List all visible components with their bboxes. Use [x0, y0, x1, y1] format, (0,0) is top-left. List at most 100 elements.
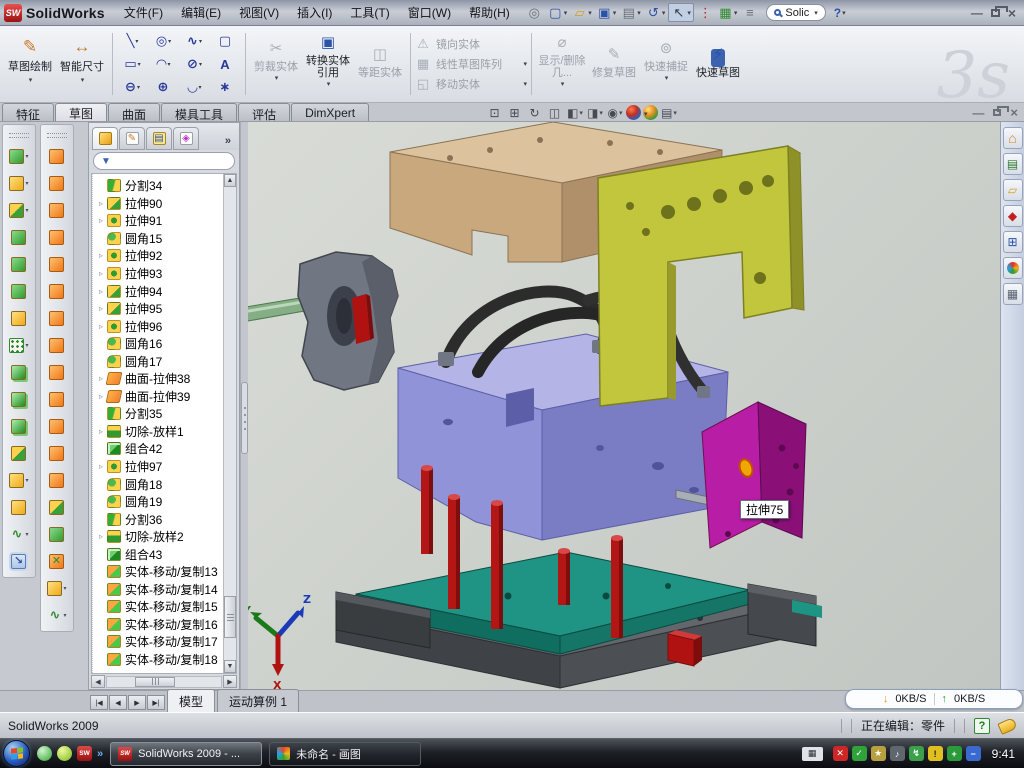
expand-arrow-icon[interactable]: ▹: [96, 374, 106, 383]
dropdown-arrow-icon[interactable]: ▾: [637, 9, 641, 17]
propertymanager-tab[interactable]: ✎: [119, 127, 145, 150]
tree-item[interactable]: 组合42: [96, 440, 223, 458]
convert-entities-button[interactable]: ▣ 转换实体引用 ▾: [302, 29, 354, 99]
dropdown-arrow-icon[interactable]: ▾: [588, 9, 592, 17]
quick-im-icon[interactable]: [57, 746, 72, 761]
expand-arrow-icon[interactable]: ▹: [96, 269, 106, 278]
tree-item[interactable]: 实体-移动/复制13: [96, 563, 223, 581]
menu-item[interactable]: 文件(F): [115, 0, 172, 25]
addins-icon[interactable]: ≡: [740, 4, 760, 21]
intersect-bodies-icon[interactable]: [11, 389, 27, 410]
scroll-left-icon[interactable]: ◀: [91, 675, 105, 688]
design-library-icon[interactable]: ▤: [1003, 153, 1023, 175]
zoom-area-icon[interactable]: ⊞: [506, 104, 524, 121]
dimxpertmanager-tab[interactable]: ◈: [173, 127, 199, 150]
tree-item[interactable]: 实体-移动/复制18: [96, 651, 223, 669]
dropdown-arrow-icon[interactable]: ▾: [564, 9, 568, 17]
tag-icon[interactable]: [997, 717, 1017, 735]
ellipse-icon[interactable]: ⊘▾: [179, 53, 210, 76]
part-magenta-insert[interactable]: [702, 402, 806, 548]
sketch-button[interactable]: ✎ 草图绘制 ▾: [4, 29, 56, 99]
repair-sketch-button[interactable]: ✎ 修复草图: [588, 29, 640, 99]
tree-item[interactable]: ▹ 拉伸95: [96, 300, 223, 318]
security-shield-icon[interactable]: ✓: [852, 746, 867, 761]
tab-evaluate[interactable]: 评估: [238, 103, 290, 121]
section-view-icon[interactable]: ◫: [546, 104, 564, 121]
reference-geometry-icon[interactable]: ▾: [9, 470, 28, 491]
tab-mold-tools[interactable]: 模具工具: [161, 103, 237, 121]
smart-dimension-button[interactable]: ↔ 智能尺寸 ▾: [56, 29, 108, 99]
doc-close-button[interactable]: ×: [1010, 105, 1018, 120]
restore-button[interactable]: [991, 9, 1000, 17]
knit-surface-icon[interactable]: [49, 470, 65, 491]
tree-item[interactable]: 实体-移动/复制15: [96, 598, 223, 616]
offset-surface-icon[interactable]: [49, 335, 65, 356]
tree-item[interactable]: ▹ 拉伸91: [96, 212, 223, 230]
taskbar-window-paint[interactable]: 未命名 - 画图: [269, 742, 421, 766]
planar-surface-icon[interactable]: [49, 308, 65, 329]
open-file-icon[interactable]: ▱▾: [570, 4, 594, 21]
tree-item[interactable]: 分割36: [96, 510, 223, 528]
doc-restore-button[interactable]: [993, 109, 1001, 116]
tree-item[interactable]: 组合43: [96, 545, 223, 563]
curve-icon[interactable]: ∿ ▾: [9, 524, 28, 545]
hole-wizard-icon[interactable]: [11, 308, 27, 329]
tree-item[interactable]: ▹ 曲面-拉伸38: [96, 370, 223, 388]
select-arrow-icon[interactable]: ↖▾: [668, 3, 694, 22]
tree-filter-input[interactable]: ▼: [93, 152, 235, 170]
curve-tools-icon[interactable]: ∿ ▾: [47, 605, 66, 626]
edit-appearance-icon[interactable]: [626, 105, 641, 120]
dropdown-arrow-icon[interactable]: ▾: [734, 9, 738, 17]
scroll-down-icon[interactable]: ▼: [224, 660, 236, 673]
tree-item[interactable]: ▹ 拉伸92: [96, 247, 223, 265]
doc-minimize-button[interactable]: —: [972, 106, 984, 120]
tree-horizontal-scrollbar[interactable]: ◀ ▶: [89, 674, 239, 689]
print-icon[interactable]: ▤▾: [619, 4, 643, 21]
display-style-icon[interactable]: ◨▾: [586, 104, 604, 121]
tab-surfaces[interactable]: 曲面: [108, 103, 160, 121]
tree-item[interactable]: 圆角15: [96, 230, 223, 248]
quick-tips-icon[interactable]: ?: [974, 718, 990, 734]
tree-item[interactable]: 实体-移动/复制14: [96, 581, 223, 599]
quick-solidworks-icon[interactable]: SW: [77, 746, 92, 761]
dropdown-arrow-icon[interactable]: ▾: [687, 9, 691, 17]
close-button[interactable]: ×: [1008, 5, 1016, 21]
menu-item[interactable]: 帮助(H): [460, 0, 519, 25]
keyboard-layout-icon[interactable]: ▦: [802, 747, 823, 761]
display-delete-relations-button[interactable]: ⌀ 显示/删除几... ▾: [536, 29, 588, 99]
tab-features[interactable]: 特征: [2, 103, 54, 121]
rectangle-icon[interactable]: ▭▾: [117, 53, 148, 76]
tree-item[interactable]: 实体-移动/复制16: [96, 616, 223, 634]
quick-snaps-button[interactable]: ⊚ 快速捕捉 ▾: [640, 29, 692, 99]
tree-item[interactable]: 分割34: [96, 177, 223, 195]
tree-item[interactable]: ▹ 切除-放样1: [96, 423, 223, 441]
tree-item[interactable]: ▹ 拉伸90: [96, 195, 223, 213]
lofted-surface-icon[interactable]: [49, 227, 65, 248]
tree-item[interactable]: 圆角17: [96, 352, 223, 370]
extruded-surface-icon[interactable]: [49, 146, 65, 167]
doc-next-button[interactable]: ▶: [128, 695, 146, 710]
dropdown-arrow-icon[interactable]: ▾: [662, 9, 666, 17]
sketch-fillet-icon[interactable]: ◡▾: [179, 76, 210, 99]
view-palette-icon[interactable]: ⊞: [1003, 231, 1023, 253]
text-icon[interactable]: A: [210, 53, 241, 76]
featuremanager-tab[interactable]: [92, 127, 118, 150]
mirror-entities-button[interactable]: ⚠ 镜向实体: [415, 36, 527, 52]
taskbar-window-solidworks[interactable]: SW SolidWorks 2009 - ...: [110, 742, 262, 766]
tree-item[interactable]: ▹ 拉伸93: [96, 265, 223, 283]
offset-entities-button[interactable]: ◫ 等距实体: [354, 29, 406, 99]
pin-icon[interactable]: ◎: [525, 4, 545, 21]
untrim-surface-icon[interactable]: [49, 443, 65, 464]
badge-icon[interactable]: ★: [871, 746, 886, 761]
delete-face-icon[interactable]: ✕: [49, 551, 65, 572]
dropdown-arrow-icon[interactable]: ▾: [29, 75, 33, 87]
options-list-icon[interactable]: ▦▾: [716, 4, 740, 21]
move-copy-body-icon[interactable]: [11, 443, 27, 464]
expand-arrow-icon[interactable]: ▹: [96, 532, 106, 541]
expand-arrow-icon[interactable]: ▹: [96, 251, 106, 260]
linear-pattern-icon[interactable]: ▾: [9, 335, 28, 356]
revolved-surface-icon[interactable]: [49, 173, 65, 194]
search-box[interactable]: Solic ▾: [766, 4, 825, 21]
linear-sketch-pattern-button[interactable]: ▦ 线性草图阵列 ▾: [415, 56, 527, 72]
tree-item[interactable]: 圆角18: [96, 475, 223, 493]
